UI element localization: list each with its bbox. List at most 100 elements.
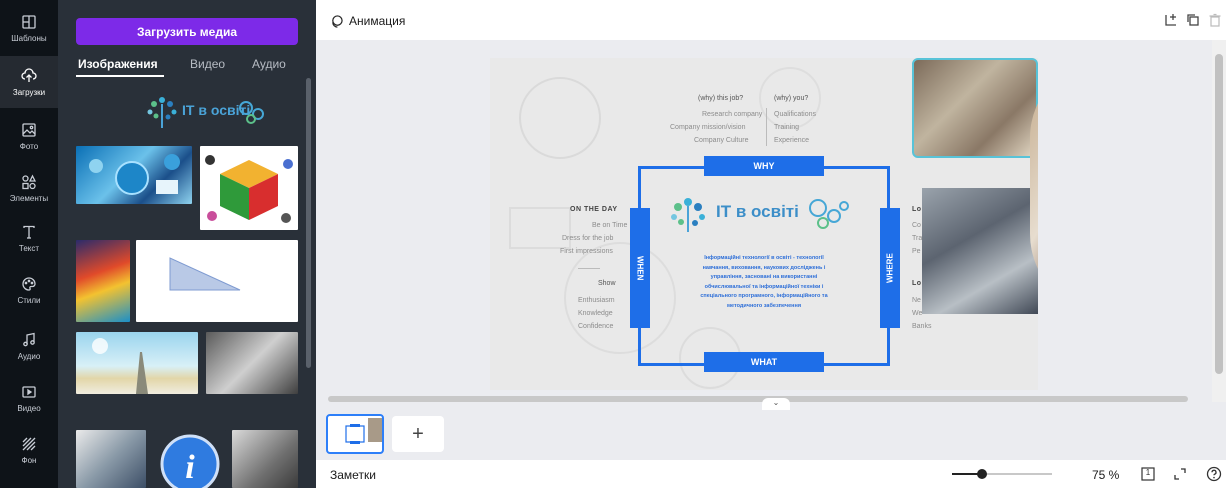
duplicate-page-icon[interactable] (1186, 13, 1200, 27)
toggle-pages-button[interactable]: ⌄ (762, 398, 790, 410)
why-col2-heading: (why) you? (774, 95, 809, 102)
rail-item-background[interactable]: Фон (0, 424, 58, 476)
rail-item-photos[interactable]: Фото (0, 110, 58, 162)
uploaded-image-bw-photo[interactable] (206, 332, 298, 394)
animation-icon (332, 14, 343, 28)
center-description: Інформаційні технології в освіті - техно… (700, 255, 828, 309)
rail-label: Фото (19, 141, 39, 151)
audio-icon (23, 332, 35, 346)
page-number: 1 (1145, 468, 1151, 477)
animation-label: Анимация (349, 14, 406, 28)
side-navigation: Шаблоны Загрузки Фото Элементы Текст Сти… (0, 0, 58, 488)
design-page[interactable]: (why) this job? Research company Company… (490, 58, 1038, 390)
rail-item-styles[interactable]: Стили (0, 264, 58, 316)
rail-item-templates[interactable]: Шаблоны (0, 2, 58, 54)
rail-label: Видео (17, 403, 41, 413)
uploaded-image-media-tunnel[interactable] (76, 240, 130, 322)
right-item: Pe (912, 248, 921, 255)
right-item: Ne (912, 297, 921, 304)
rail-label: Аудио (17, 351, 41, 361)
rail-item-audio[interactable]: Аудио (0, 320, 58, 372)
show-item: Enthusiasm (578, 297, 615, 304)
right-item: We (912, 310, 923, 317)
zoom-slider-knob[interactable] (977, 469, 987, 479)
page-thumbnail[interactable] (326, 414, 384, 454)
canvas-area: (why) this job? Research company Company… (316, 40, 1212, 402)
why-col1-item: Research company (702, 111, 763, 118)
rail-label: Элементы (9, 193, 49, 203)
uploaded-image-info[interactable]: i (154, 430, 226, 488)
tab-audio[interactable]: Аудио (252, 57, 286, 71)
add-page-icon[interactable] (1164, 13, 1178, 27)
rail-item-uploads[interactable]: Загрузки (0, 56, 58, 108)
photo-icon (22, 122, 36, 137)
why-col2-item: Qualifications (774, 111, 817, 118)
uploaded-image-rubik-cube[interactable] (200, 146, 298, 230)
uploaded-image-laptop[interactable] (76, 430, 146, 488)
why-col2-item: Training (774, 124, 800, 131)
vertical-scroll-thumb[interactable] (1215, 54, 1223, 374)
video-icon (22, 385, 36, 398)
svg-text:i: i (185, 449, 195, 486)
right-heading: Lo (912, 280, 922, 287)
on-the-day-item: Be on Time (592, 222, 628, 229)
where-label-box[interactable]: WHERE (880, 208, 900, 328)
zoom-slider[interactable] (952, 469, 1052, 479)
on-the-day-item: Dress for the job (562, 235, 614, 242)
upload-media-button[interactable]: Загрузить медиа (76, 18, 298, 45)
why-divider (766, 108, 767, 146)
animation-button[interactable]: Анимация (330, 14, 405, 28)
tab-images[interactable]: Изображения (78, 57, 158, 71)
right-item: Banks (912, 323, 932, 330)
styles-icon (22, 276, 36, 291)
on-the-day-item: First impressions (560, 248, 613, 255)
rail-label: Текст (18, 243, 40, 253)
help-icon[interactable] (1206, 466, 1222, 482)
center-logo-text: IT в освіті (716, 202, 799, 221)
why-col1-item: Company mission/vision (670, 124, 746, 131)
uploads-icon (21, 67, 37, 82)
uploads-panel: Загрузить медиа Изображения Видео Аудио … (58, 0, 316, 488)
notes-button[interactable]: Заметки (330, 468, 376, 482)
logo-text: IT в освіті (182, 102, 251, 118)
uploaded-image-stairs-sky[interactable] (76, 332, 198, 394)
uploaded-image-logo[interactable]: IT в освіті (138, 90, 298, 132)
panel-scrollbar[interactable] (306, 78, 311, 368)
rail-item-text[interactable]: Текст (0, 212, 58, 264)
collage-photo-lecture-hall[interactable] (922, 188, 1038, 314)
right-item: Tra (912, 235, 923, 242)
horizontal-scroll-thumb[interactable] (328, 396, 1188, 402)
why-col2-item: Experience (774, 137, 810, 144)
why-col1-heading: (why) this job? (698, 95, 744, 102)
uploaded-image-triangle[interactable] (136, 240, 298, 322)
why-label-box[interactable]: WHY (704, 156, 824, 176)
rail-label: Загрузки (12, 87, 46, 97)
page-number-button[interactable]: 1 (1140, 466, 1156, 482)
on-the-day-heading: ON THE DAY (570, 206, 618, 213)
add-page-button[interactable]: + (392, 416, 444, 452)
uploaded-image-digital-world[interactable] (76, 146, 192, 204)
when-label-box[interactable]: WHEN (630, 208, 650, 328)
background-icon (22, 437, 36, 450)
rail-item-elements[interactable]: Элементы (0, 162, 58, 214)
delete-page-icon[interactable] (1208, 13, 1222, 27)
left-divider (578, 268, 600, 269)
top-toolbar: Анимация (316, 0, 1226, 40)
what-label-box[interactable]: WHAT (704, 352, 824, 372)
tab-video[interactable]: Видео (190, 57, 225, 71)
rail-label: Фон (21, 455, 37, 465)
show-item: Confidence (578, 323, 614, 330)
vertical-scrollbar[interactable] (1212, 40, 1226, 402)
show-item: Knowledge (578, 310, 613, 317)
zoom-level[interactable]: 75 % (1092, 468, 1119, 482)
right-item: Co (912, 222, 921, 229)
fullscreen-icon[interactable] (1172, 466, 1188, 482)
collage-photo-classroom[interactable] (912, 58, 1038, 158)
pages-strip: ⌄ + (316, 398, 1226, 460)
rail-label: Стили (17, 295, 41, 305)
rail-label: Шаблоны (11, 33, 47, 43)
uploaded-image-old-photos[interactable] (232, 430, 298, 488)
templates-icon (22, 14, 36, 29)
rail-item-video[interactable]: Видео (0, 372, 58, 424)
elements-icon (22, 174, 37, 189)
